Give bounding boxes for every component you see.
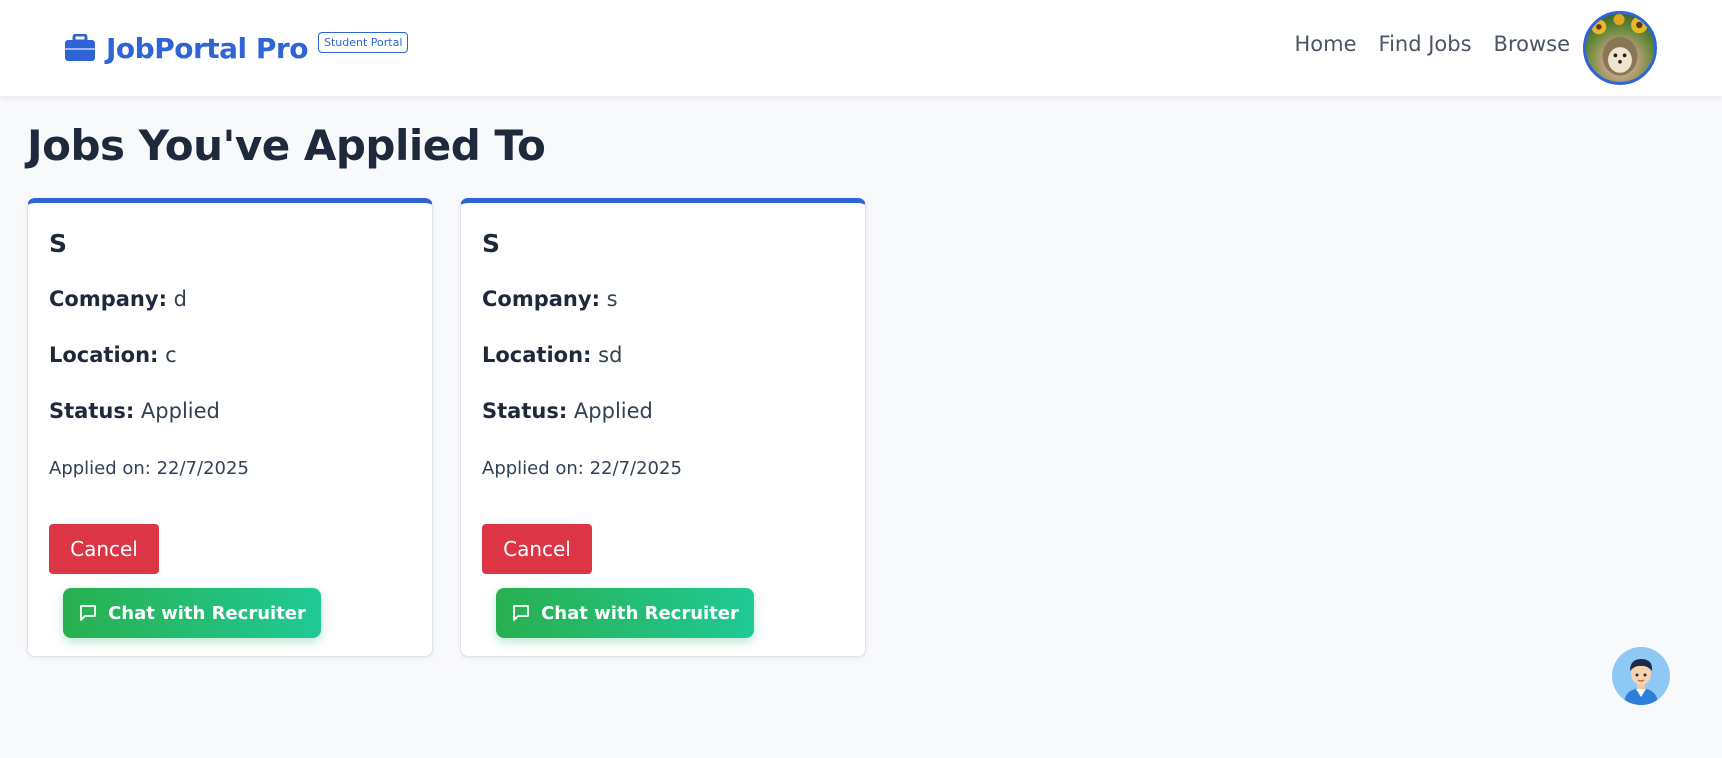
- location-value: c: [165, 343, 177, 367]
- chat-button-label: Chat with Recruiter: [541, 602, 739, 624]
- user-avatar[interactable]: [1583, 11, 1657, 85]
- assistant-person-icon: [1624, 659, 1658, 705]
- location-field: Location: sd: [482, 343, 622, 367]
- status-value: Applied: [573, 399, 653, 423]
- nav-find-jobs-link[interactable]: Find Jobs: [1379, 32, 1472, 56]
- status-field: Status: Applied: [482, 399, 653, 423]
- company-value: s: [606, 287, 618, 311]
- location-label: Location:: [482, 343, 592, 367]
- company-value: d: [173, 287, 187, 311]
- chat-button-label: Chat with Recruiter: [108, 602, 306, 624]
- cancel-button[interactable]: Cancel: [49, 524, 159, 574]
- application-card: S Company: d Location: c Status: Applied…: [27, 198, 433, 657]
- status-field: Status: Applied: [49, 399, 220, 423]
- job-title: S: [482, 229, 501, 258]
- nav-browse-link[interactable]: Browse: [1494, 32, 1570, 56]
- chat-bubble-icon: [80, 605, 96, 621]
- company-label: Company:: [49, 287, 167, 311]
- applied-on-date: Applied on: 22/7/2025: [49, 458, 249, 479]
- applied-on-date: Applied on: 22/7/2025: [482, 458, 682, 479]
- company-field: Company: d: [49, 287, 187, 311]
- cancel-button[interactable]: Cancel: [482, 524, 592, 574]
- student-portal-badge: Student Portal: [318, 32, 409, 53]
- status-label: Status:: [49, 399, 135, 423]
- location-field: Location: c: [49, 343, 177, 367]
- job-title: S: [49, 229, 68, 258]
- chat-with-recruiter-button[interactable]: Chat with Recruiter: [63, 588, 321, 638]
- chat-bubble-icon: [513, 605, 529, 621]
- application-card: S Company: s Location: sd Status: Applie…: [460, 198, 866, 657]
- nav-home-link[interactable]: Home: [1295, 32, 1357, 56]
- brand-logo[interactable]: JobPortal Pro: [64, 28, 308, 68]
- status-value: Applied: [140, 399, 220, 423]
- chat-assistant-button[interactable]: [1612, 647, 1670, 705]
- chat-with-recruiter-button[interactable]: Chat with Recruiter: [496, 588, 754, 638]
- location-label: Location:: [49, 343, 159, 367]
- location-value: sd: [598, 343, 623, 367]
- company-label: Company:: [482, 287, 600, 311]
- status-label: Status:: [482, 399, 568, 423]
- brand-name: JobPortal Pro: [106, 31, 308, 65]
- navbar: JobPortal Pro Student Portal Home Find J…: [0, 0, 1722, 96]
- nav-links: Home Find Jobs Browse: [1295, 32, 1571, 56]
- briefcase-icon: [65, 34, 95, 61]
- page-title: Jobs You've Applied To: [27, 121, 546, 170]
- hedgehog-photo: [1591, 14, 1648, 76]
- company-field: Company: s: [482, 287, 618, 311]
